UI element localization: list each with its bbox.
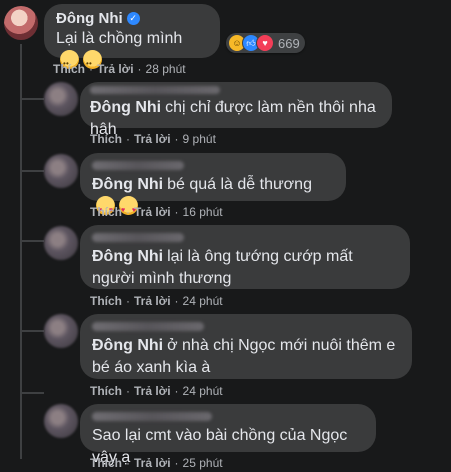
redacted-name (92, 161, 184, 170)
separator-dot: · (174, 456, 179, 470)
love-icon: ♥ (256, 34, 274, 52)
reply-button[interactable]: Trả lời (134, 205, 171, 219)
comment-actions: Thích · Trả lời · 28 phút (53, 62, 186, 76)
comment-body: Lại là chồng mình (56, 30, 183, 47)
reply-actions: Thích · Trả lời · 16 phút (90, 205, 223, 219)
reply-actions: Thích · Trả lời · 24 phút (90, 294, 223, 308)
separator-dot: · (174, 132, 179, 146)
author-avatar[interactable] (4, 6, 38, 40)
like-button[interactable]: Thích (90, 205, 122, 219)
mention-author[interactable]: Đông Nhi (92, 337, 163, 354)
separator-dot: · (174, 294, 179, 308)
like-button[interactable]: Thích (90, 384, 122, 398)
thread-branch (20, 98, 44, 100)
mention-author[interactable]: Đông Nhi (92, 248, 163, 265)
timestamp[interactable]: 24 phút (183, 384, 223, 398)
redacted-name (92, 412, 212, 421)
thread-branch (20, 170, 44, 172)
reply-text: Đông Nhi ở nhà chị Ngọc mới nuôi thêm e b… (92, 335, 400, 379)
separator-dot: · (126, 205, 130, 219)
reply-actions: Thích · Trả lời · 9 phút (90, 132, 216, 146)
reply-button[interactable]: Trả lời (134, 384, 171, 398)
reply-avatar[interactable] (44, 314, 78, 348)
comment-author[interactable]: Đông Nhi ✓ (56, 10, 140, 27)
reply-actions: Thích · Trả lời · 24 phút (90, 384, 223, 398)
reaction-summary[interactable]: ☺ 👍︎ ♥ 669 (226, 33, 305, 53)
reply-avatar[interactable] (44, 404, 78, 438)
separator-dot: · (126, 456, 130, 470)
timestamp[interactable]: 28 phút (146, 62, 186, 76)
timestamp[interactable]: 24 phút (183, 294, 223, 308)
verified-badge-icon: ✓ (126, 12, 140, 25)
comment-bubble: Đông Nhi ✓ Lại là chồng mình (44, 4, 220, 75)
separator-dot: · (126, 384, 130, 398)
reply-bubble: Sao lại cmt vào bài chồng của Ngọc vậy ạ (80, 404, 376, 466)
separator-dot: · (174, 205, 179, 219)
separator-dot: · (137, 62, 142, 76)
mention-author[interactable]: Đông Nhi (92, 176, 163, 193)
like-button[interactable]: Thích (53, 62, 85, 76)
reply-button[interactable]: Trả lời (134, 132, 171, 146)
author-name[interactable]: Đông Nhi (56, 10, 123, 27)
thread-line (20, 44, 22, 459)
reply-avatar[interactable] (44, 226, 78, 260)
reply-avatar[interactable] (44, 82, 78, 116)
mention-author[interactable]: Đông Nhi (90, 99, 161, 116)
like-button[interactable]: Thích (90, 456, 122, 470)
separator-dot: · (126, 132, 130, 146)
timestamp[interactable]: 25 phút (183, 456, 223, 470)
timestamp[interactable]: 9 phút (183, 132, 216, 146)
thread-branch (20, 240, 44, 242)
reply-bubble: Đông Nhi chị chỉ được làm nền thôi nha hâ… (80, 82, 392, 138)
like-button[interactable]: Thích (90, 132, 122, 146)
reply-bubble: Đông Nhi bé quá là dễ thương (80, 153, 346, 222)
reaction-count: 669 (278, 35, 300, 51)
thread-branch (20, 392, 44, 394)
reply-button[interactable]: Trả lời (134, 456, 171, 470)
reply-avatar[interactable] (44, 154, 78, 188)
reply-bubble: Đông Nhi lại là ông tướng cướp mất người … (80, 225, 410, 289)
redacted-name (92, 322, 204, 331)
separator-dot: · (174, 384, 179, 398)
reply-actions: Thích · Trả lời · 25 phút (90, 456, 223, 470)
redacted-name (90, 86, 220, 94)
reply-text: Đông Nhi lại là ông tướng cướp mất người … (92, 246, 398, 290)
reply-body: bé quá là dễ thương (167, 176, 312, 193)
thread-branch (20, 330, 44, 332)
reply-bubble: Đông Nhi ở nhà chị Ngọc mới nuôi thêm e b… (80, 314, 412, 379)
reply-button[interactable]: Trả lời (97, 62, 134, 76)
redacted-name (92, 233, 184, 242)
reply-button[interactable]: Trả lời (134, 294, 171, 308)
like-button[interactable]: Thích (90, 294, 122, 308)
separator-dot: · (126, 294, 130, 308)
separator-dot: · (89, 62, 93, 76)
timestamp[interactable]: 16 phút (183, 205, 223, 219)
